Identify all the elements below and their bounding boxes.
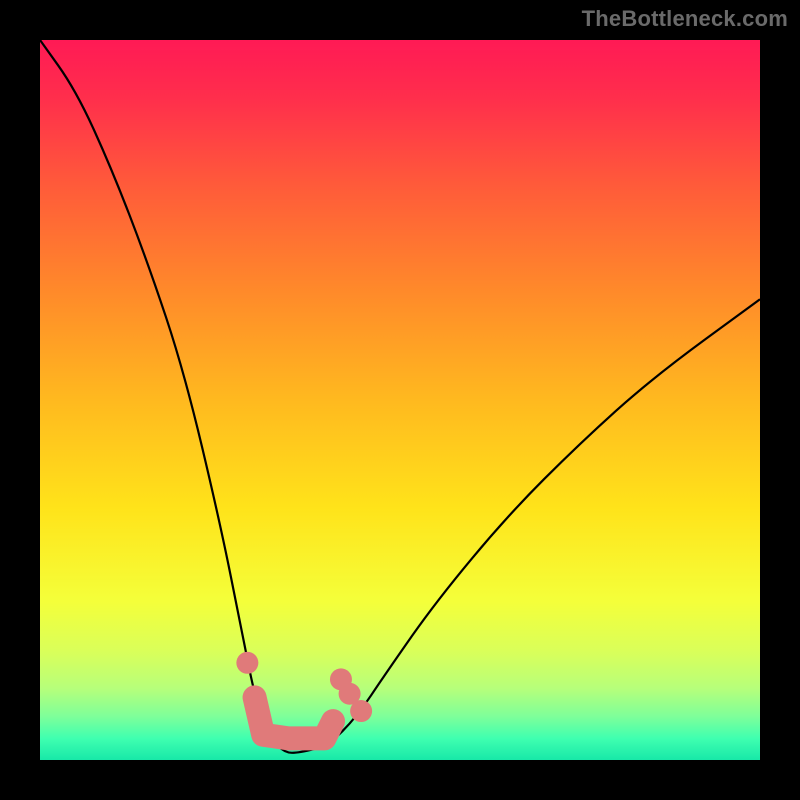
u-marker [255, 697, 333, 738]
marker-dot [236, 652, 258, 674]
chart-frame: TheBottleneck.com [0, 0, 800, 800]
plot-area [40, 40, 760, 760]
curve-layer [40, 40, 760, 760]
marker-dot [350, 700, 372, 722]
watermark-text: TheBottleneck.com [582, 6, 788, 32]
bottleneck-curve [40, 40, 760, 753]
